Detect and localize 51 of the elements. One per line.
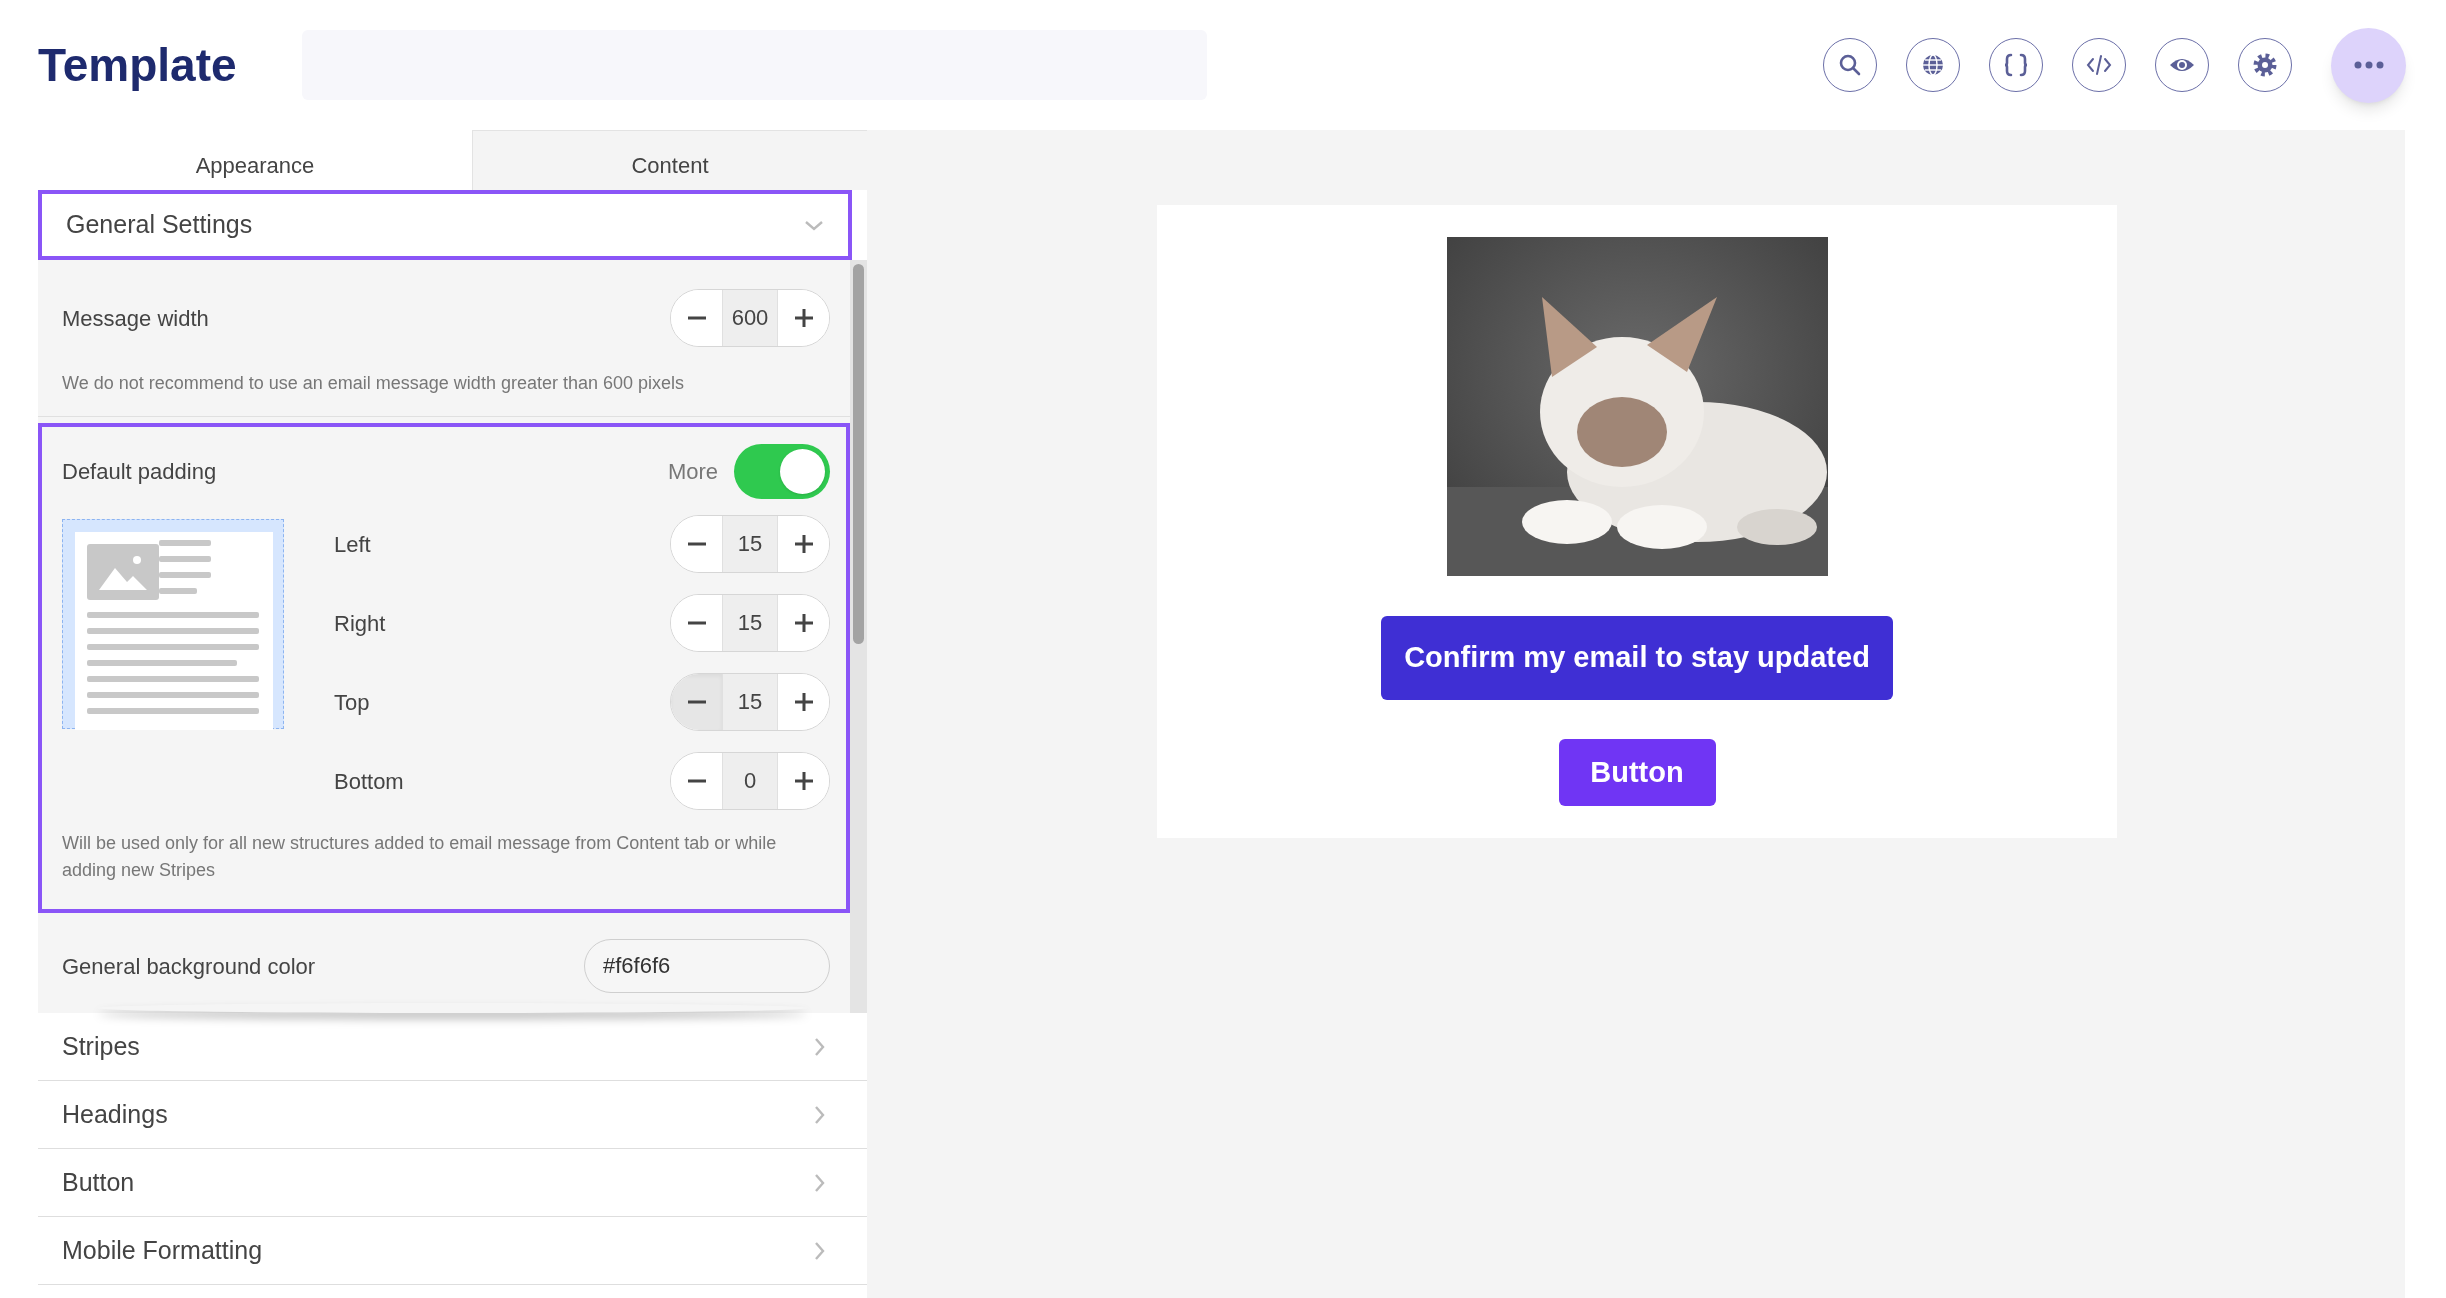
number-field[interactable]: 600 (722, 290, 778, 346)
toolbar-button[interactable] (2155, 38, 2209, 92)
help-text: Will be used only for all new structures added to email message from Content tab or while adding new Stripes (62, 832, 778, 882)
code-icon (2086, 52, 2112, 78)
toolbar-button[interactable] (2072, 38, 2126, 92)
minus-icon (686, 700, 707, 704)
number-field[interactable]: 15 (722, 674, 778, 730)
app-title: Template (38, 37, 238, 93)
field-label: Right (334, 609, 386, 638)
plus-icon (793, 771, 814, 791)
globe-icon (1920, 52, 1946, 78)
minus-icon (686, 621, 707, 625)
color-field[interactable]: #f6f6f6 (584, 939, 830, 993)
section-title: Headings (62, 1098, 168, 1130)
number-field[interactable]: 15 (722, 516, 778, 572)
toggle-label: More (667, 457, 718, 486)
field-label: Left (334, 530, 371, 559)
toolbar-button[interactable] (1989, 38, 2043, 92)
plus-icon (793, 534, 814, 554)
minus-icon (686, 316, 707, 320)
settings-icon (2252, 52, 2278, 78)
decrement-button[interactable] (671, 674, 722, 730)
braces-icon (2003, 52, 2029, 78)
plus-icon (793, 308, 814, 328)
section-title: Mobile Formatting (62, 1234, 263, 1266)
scrollbar[interactable] (850, 260, 867, 1013)
more-icon (2353, 61, 2384, 69)
help-text: We do not recommend to use an email message width greater than 600 pixels (61, 372, 685, 395)
search-icon (1837, 52, 1863, 78)
field-label: Message width (62, 304, 209, 333)
number-field[interactable]: 0 (722, 753, 778, 809)
section-title: General Settings (66, 209, 253, 241)
email-button[interactable]: Confirm my email to stay updated (1381, 616, 1893, 700)
section-title: Button (62, 1166, 135, 1198)
minus-icon (686, 542, 707, 546)
field-label: Default padding (62, 457, 217, 486)
field-label: General background color (62, 952, 316, 981)
field-label: Bottom (334, 767, 404, 796)
toolbar-button[interactable] (1823, 38, 1877, 92)
toggle-switch[interactable] (734, 443, 830, 499)
plus-icon (793, 692, 814, 712)
tab[interactable]: Content (472, 130, 867, 190)
email-button[interactable]: Button (1558, 739, 1716, 806)
number-field[interactable]: 15 (722, 595, 778, 651)
minus-icon (686, 779, 707, 783)
toolbar-button[interactable] (1906, 38, 1960, 92)
section-title: Stripes (62, 1030, 140, 1062)
plus-icon (793, 613, 814, 633)
field-label: Top (334, 688, 370, 717)
section-header[interactable]: General Settings (38, 190, 852, 260)
toolbar-button[interactable] (2238, 38, 2292, 92)
